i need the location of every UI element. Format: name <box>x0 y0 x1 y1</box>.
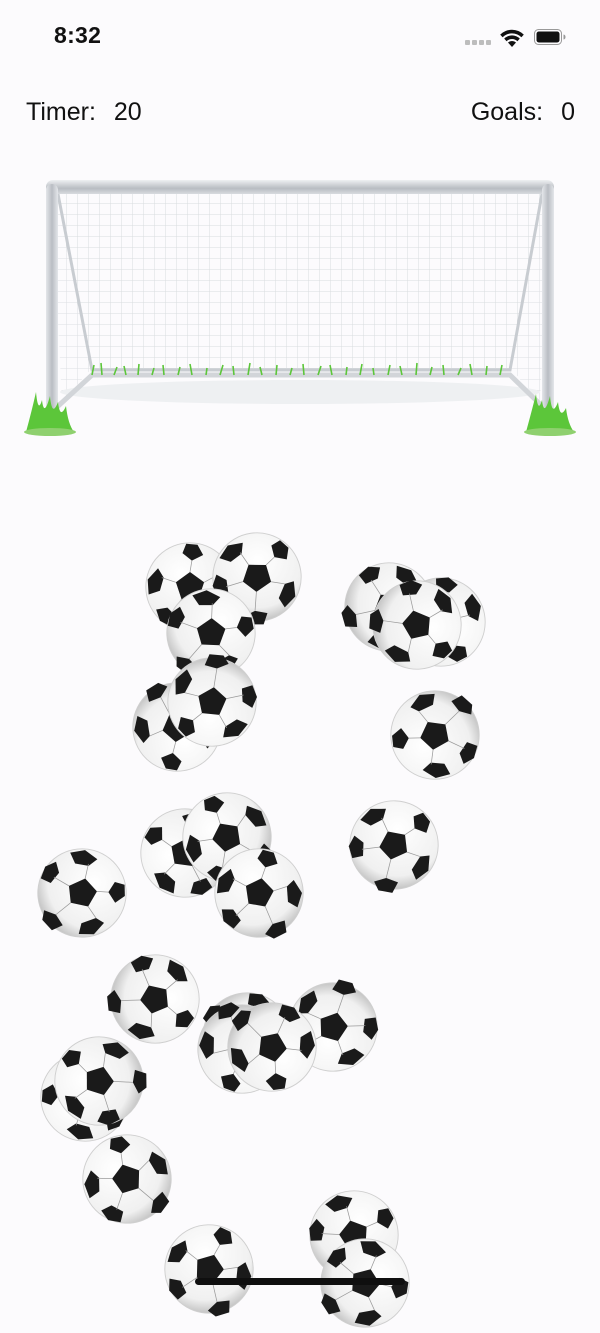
soccer-ball[interactable] <box>149 1209 269 1329</box>
soccer-ball[interactable] <box>30 841 133 944</box>
goals-value: 0 <box>561 98 575 126</box>
soccer-goal <box>24 180 576 436</box>
goal-crossbar <box>46 180 554 194</box>
goal-net <box>54 192 546 370</box>
soccer-ball[interactable] <box>328 779 461 912</box>
timer-display: Timer: 20 <box>26 98 142 127</box>
goals-display: Goals: 0 <box>471 98 575 127</box>
goal-right-post <box>542 184 554 414</box>
status-time: 8:32 <box>54 22 102 48</box>
timer-label: Timer: <box>26 98 96 126</box>
goal-left-post <box>46 184 58 414</box>
game-hud: Timer: 20 Goals: 0 <box>0 90 600 140</box>
cellular-signal-icon <box>465 40 493 46</box>
soccer-ball[interactable] <box>380 680 490 790</box>
soccer-ball[interactable] <box>216 991 327 1102</box>
goals-label: Goals: <box>470 98 544 126</box>
timer-value: 20 <box>113 98 142 126</box>
status-bar: 8:32 <box>0 0 600 76</box>
wifi-icon <box>500 29 524 47</box>
home-indicator[interactable] <box>195 1278 405 1285</box>
soccer-ball[interactable] <box>205 839 314 948</box>
battery-icon <box>534 29 566 45</box>
